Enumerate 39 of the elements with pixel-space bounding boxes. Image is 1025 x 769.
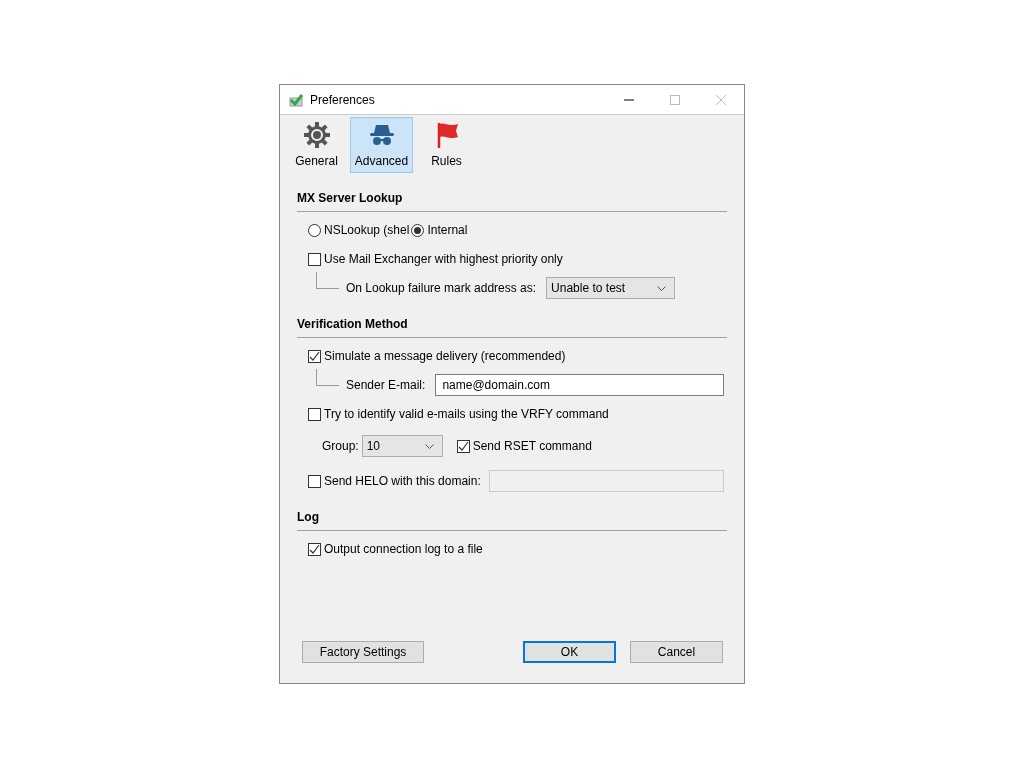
radio-label: Internal	[427, 223, 468, 237]
checkbox-label: Send HELO with this domain:	[324, 474, 481, 488]
email-field[interactable]: name@domain.com	[435, 374, 724, 396]
dropdown[interactable]: Unable to test	[546, 277, 676, 299]
section-heading: Log	[297, 509, 320, 525]
field-label: Group:	[322, 439, 359, 453]
checkbox-label: Simulate a message delivery (recommended)	[324, 349, 566, 363]
gear-icon	[302, 121, 331, 149]
radio-button[interactable]	[411, 223, 425, 237]
checkmark-envelope-icon	[289, 92, 303, 107]
checkbox[interactable]	[308, 252, 321, 266]
section-heading: MX Server Lookup	[297, 190, 404, 206]
checkbox-label: Send RSET command	[472, 439, 592, 453]
radio-label: NSLookup (shel	[324, 223, 410, 237]
checkbox-label: Output connection log to a file	[324, 542, 483, 556]
dialog-button[interactable]: Cancel	[630, 641, 723, 663]
maximize-icon	[670, 94, 680, 105]
checkbox-label: Try to identify valid e-mails using the VRFY command	[324, 407, 609, 421]
checkbox[interactable]	[308, 349, 321, 363]
checkbox[interactable]	[308, 407, 321, 421]
connector-line	[316, 271, 339, 289]
toolbar-tab[interactable]: General	[285, 117, 348, 173]
checkbox[interactable]	[308, 542, 321, 556]
toolbar-tab[interactable]: Rules	[415, 117, 478, 173]
chevron-down-icon	[424, 443, 434, 449]
section-heading: Verification Method	[297, 316, 409, 332]
close-icon	[716, 94, 726, 105]
field-label: Sender E-mail:	[346, 378, 426, 392]
checkbox-label: Use Mail Exchanger with highest priority only	[324, 252, 563, 266]
radio-button[interactable]	[308, 223, 321, 237]
chevron-down-icon	[657, 285, 667, 291]
toolbar-tab[interactable]: Advanced	[350, 117, 413, 173]
window-title: Preferences	[310, 92, 375, 107]
dialog-button[interactable]: OK	[523, 641, 616, 663]
checkbox[interactable]	[456, 439, 470, 453]
dropdown[interactable]: 10	[361, 435, 443, 457]
connector-line	[316, 368, 339, 386]
dialog-button[interactable]: Factory Settings	[302, 641, 424, 663]
field-label: On Lookup failure mark address as:	[346, 281, 537, 295]
